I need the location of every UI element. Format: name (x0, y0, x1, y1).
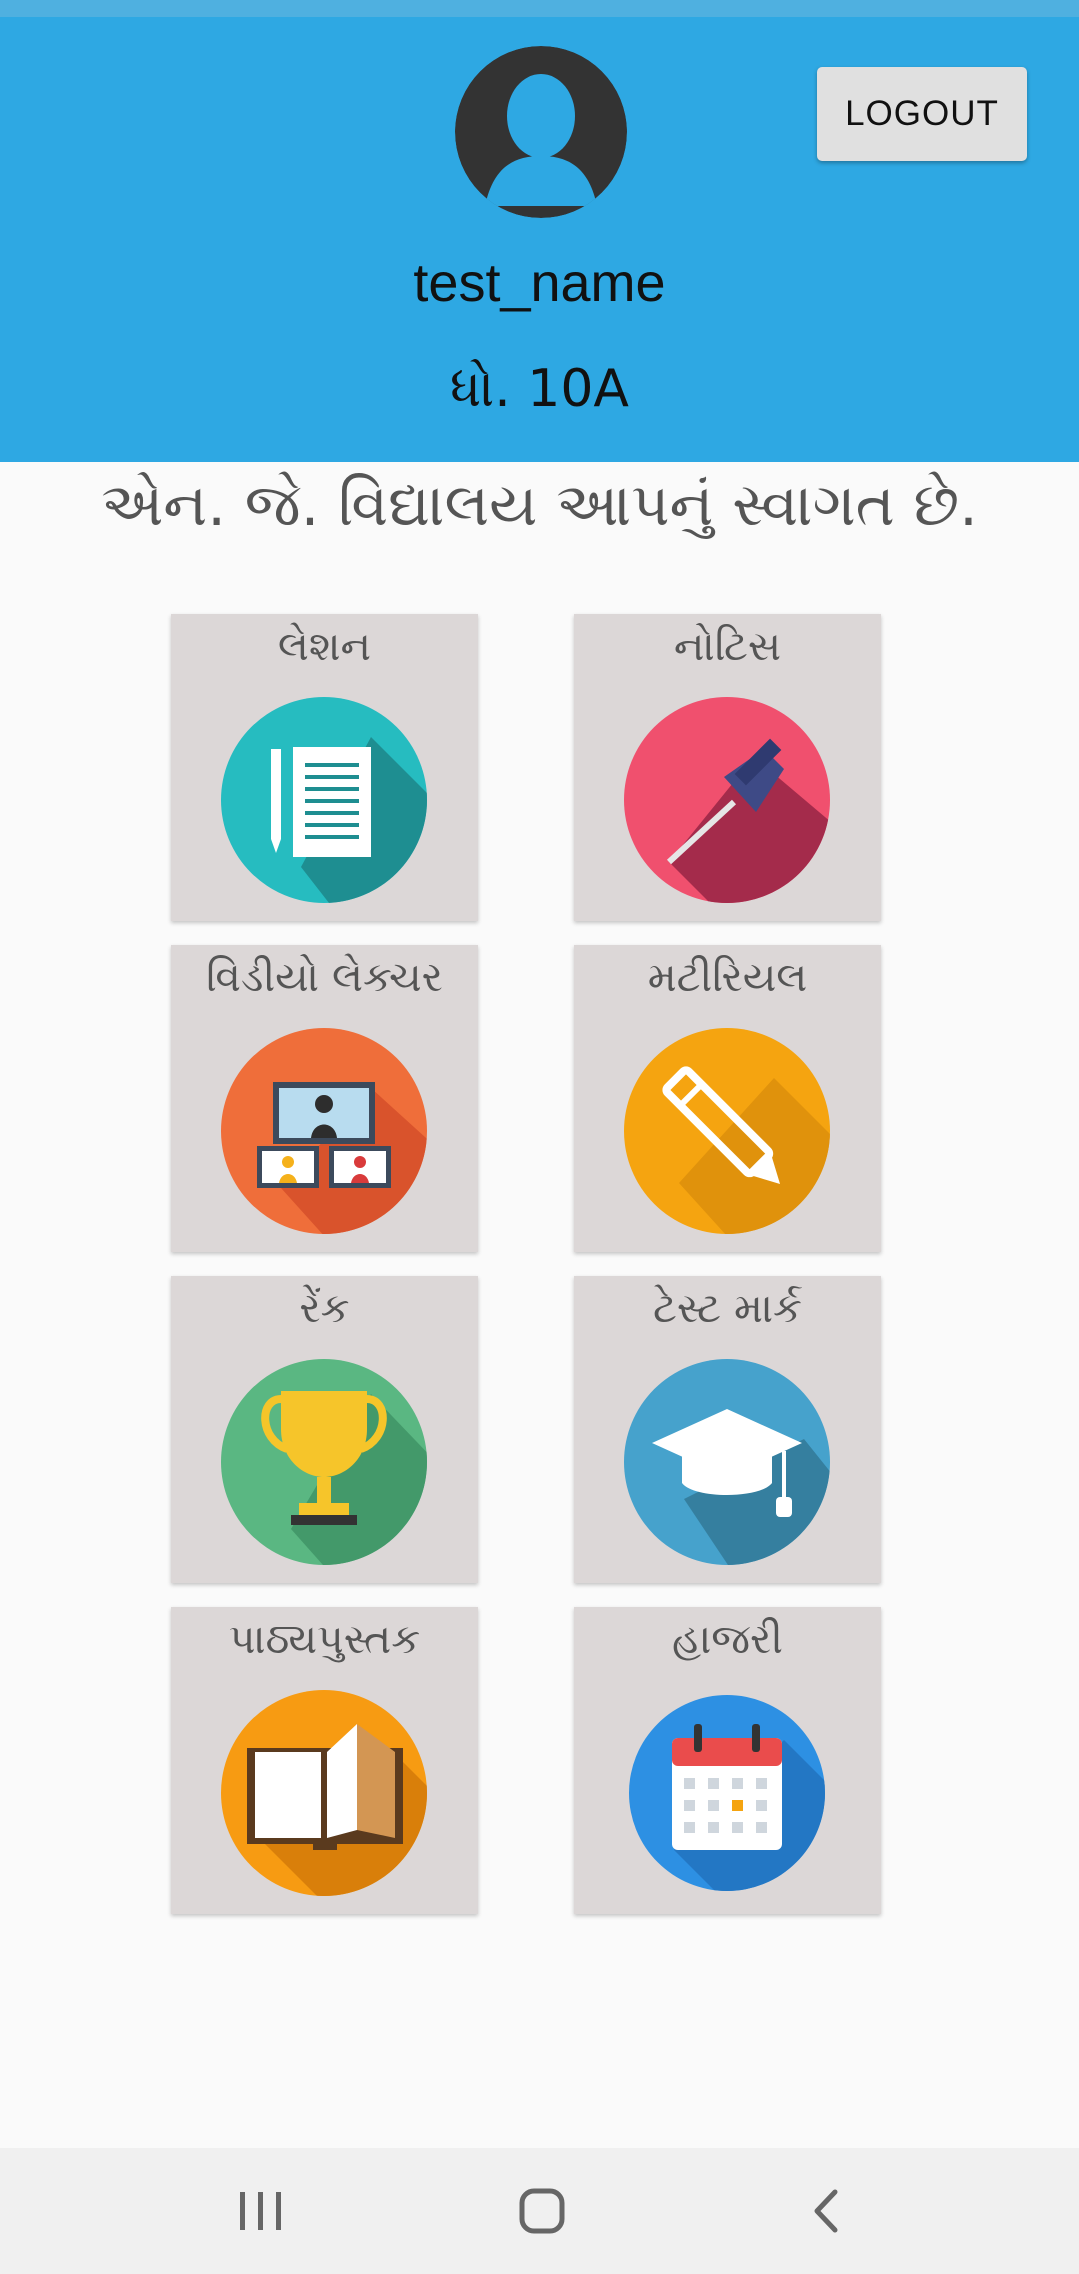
tile-label: વિડીયો લેક્ચર (206, 953, 443, 1001)
logout-button[interactable]: LOGOUT (817, 67, 1027, 161)
tile-label: ટેસ્ટ માર્ક (653, 1284, 802, 1332)
pushpin-icon (624, 697, 830, 903)
tile-label: મટીરિયલ (647, 953, 808, 1001)
tile-lesson[interactable]: લેશન (171, 614, 478, 921)
tile-test-marks[interactable]: ટેસ્ટ માર્ક (574, 1276, 881, 1583)
calendar-icon (624, 1690, 830, 1896)
tile-label: રેંક (299, 1284, 350, 1332)
welcome-text: એન. જે. વિદ્યાલય આપનું સ્વાગત છે. (101, 470, 978, 539)
tile-label: પાઠ્યપુસ્તક (228, 1615, 421, 1663)
notebook-icon (221, 697, 427, 903)
tile-video-lecture[interactable]: વિડીયો લેક્ચર (171, 945, 478, 1252)
system-nav-bar (0, 2148, 1079, 2274)
video-lecture-icon (221, 1028, 427, 1234)
book-icon (221, 1690, 427, 1896)
home-icon[interactable] (477, 2148, 607, 2274)
tile-label: નોટિસ (673, 622, 782, 670)
trophy-icon (221, 1359, 427, 1565)
back-icon[interactable] (760, 2148, 890, 2274)
tile-textbook[interactable]: પાઠ્યપુસ્તક (171, 1607, 478, 1914)
username: test_name (413, 253, 666, 313)
profile-header: LOGOUT test_name ધો. 10A (0, 17, 1079, 462)
tile-notice[interactable]: નોટિસ (574, 614, 881, 921)
recent-apps-icon[interactable] (196, 2148, 326, 2274)
class-label: ધો. 10A (450, 359, 629, 419)
graduation-cap-icon (624, 1359, 830, 1565)
tile-rank[interactable]: રેંક (171, 1276, 478, 1583)
avatar-icon (455, 46, 627, 218)
pencil-icon (624, 1028, 830, 1234)
tile-label: લેશન (277, 622, 372, 670)
tile-material[interactable]: મટીરિયલ (574, 945, 881, 1252)
tile-attendance[interactable]: હાજરી (574, 1607, 881, 1914)
tile-label: હાજરી (672, 1615, 783, 1663)
status-bar (0, 0, 1079, 17)
